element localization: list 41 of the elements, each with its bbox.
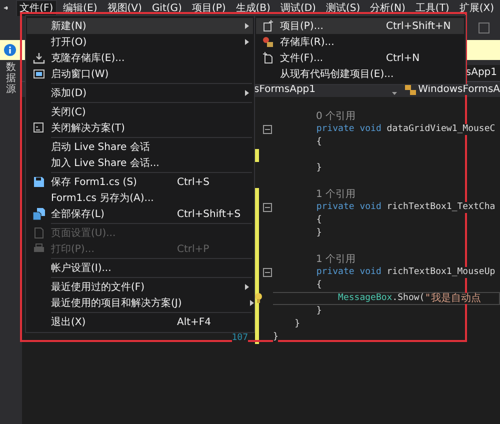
- menu-entry[interactable]: 最近使用过的文件(F): [27, 279, 253, 295]
- menu-entry[interactable]: 关闭(C): [27, 104, 253, 120]
- menu-entry[interactable]: 存储库(R)...: [256, 34, 464, 50]
- menu-item[interactable]: 生成(B): [232, 0, 274, 16]
- menu-entry[interactable]: 克隆存储库(E)...: [27, 50, 253, 66]
- menu-entry[interactable]: 保存 Form1.cs (S) Ctrl+S: [27, 174, 253, 190]
- menu-entry[interactable]: 文件(F)... Ctrl+N: [256, 50, 464, 66]
- menu-entry[interactable]: 退出(X) Alt+F4: [27, 314, 253, 330]
- menu-entry[interactable]: 新建(N): [27, 18, 253, 34]
- code-text: richTextBox1_MouseUp: [386, 267, 496, 278]
- menu-item[interactable]: 工具(T): [411, 0, 454, 16]
- menu-entry[interactable]: 项目(P)... Ctrl+Shift+N: [256, 18, 464, 34]
- menu-entry[interactable]: 打开(O): [27, 34, 253, 50]
- code-text: .Show(: [392, 293, 425, 304]
- reference-count[interactable]: 1 个引用: [316, 254, 356, 266]
- menu-entry[interactable]: 添加(D): [27, 85, 253, 101]
- menu-item[interactable]: Git(G): [148, 0, 186, 16]
- menu-entry[interactable]: 启动窗口(W): [27, 66, 253, 82]
- reference-count[interactable]: 1 个引用: [316, 188, 356, 200]
- code-text: dataGridView1_MouseC: [386, 124, 496, 135]
- menu-item[interactable]: 视图(V): [103, 0, 146, 16]
- code-text: }: [273, 332, 278, 343]
- code-text: "我是自动点: [424, 293, 481, 304]
- menu-entry[interactable]: 最近使用的项目和解决方案(J): [27, 295, 253, 311]
- menu-entry[interactable]: 全部保存(L) Ctrl+Shift+S: [27, 206, 253, 222]
- menu-item[interactable]: 编辑(E): [59, 0, 102, 16]
- menu-item[interactable]: 调试(D): [276, 0, 320, 16]
- menu-entry[interactable]: 关闭解决方案(T): [27, 120, 253, 136]
- reference-count[interactable]: 0 个引用: [316, 110, 356, 122]
- menu-entry[interactable]: 启动 Live Share 会话: [27, 139, 253, 155]
- menu-entry[interactable]: 帐户设置(I)...: [27, 260, 253, 276]
- code-text: MessageBox: [273, 293, 392, 304]
- menu-item[interactable]: 测试(S): [322, 0, 364, 16]
- menu-item[interactable]: 项目(P): [188, 0, 230, 16]
- menu-entry[interactable]: 加入 Live Share 会话...: [27, 155, 253, 171]
- side-tab[interactable]: 数据源: [6, 62, 16, 95]
- code-text: richTextBox1_TextCha: [386, 202, 496, 213]
- class-dropdown[interactable]: WindowsFormsA: [418, 84, 500, 95]
- menu-item[interactable]: 扩展(X): [455, 0, 498, 16]
- menu-entry[interactable]: Form1.cs 另存为(A)...: [27, 190, 253, 206]
- menu-item[interactable]: 分析(N): [366, 0, 410, 16]
